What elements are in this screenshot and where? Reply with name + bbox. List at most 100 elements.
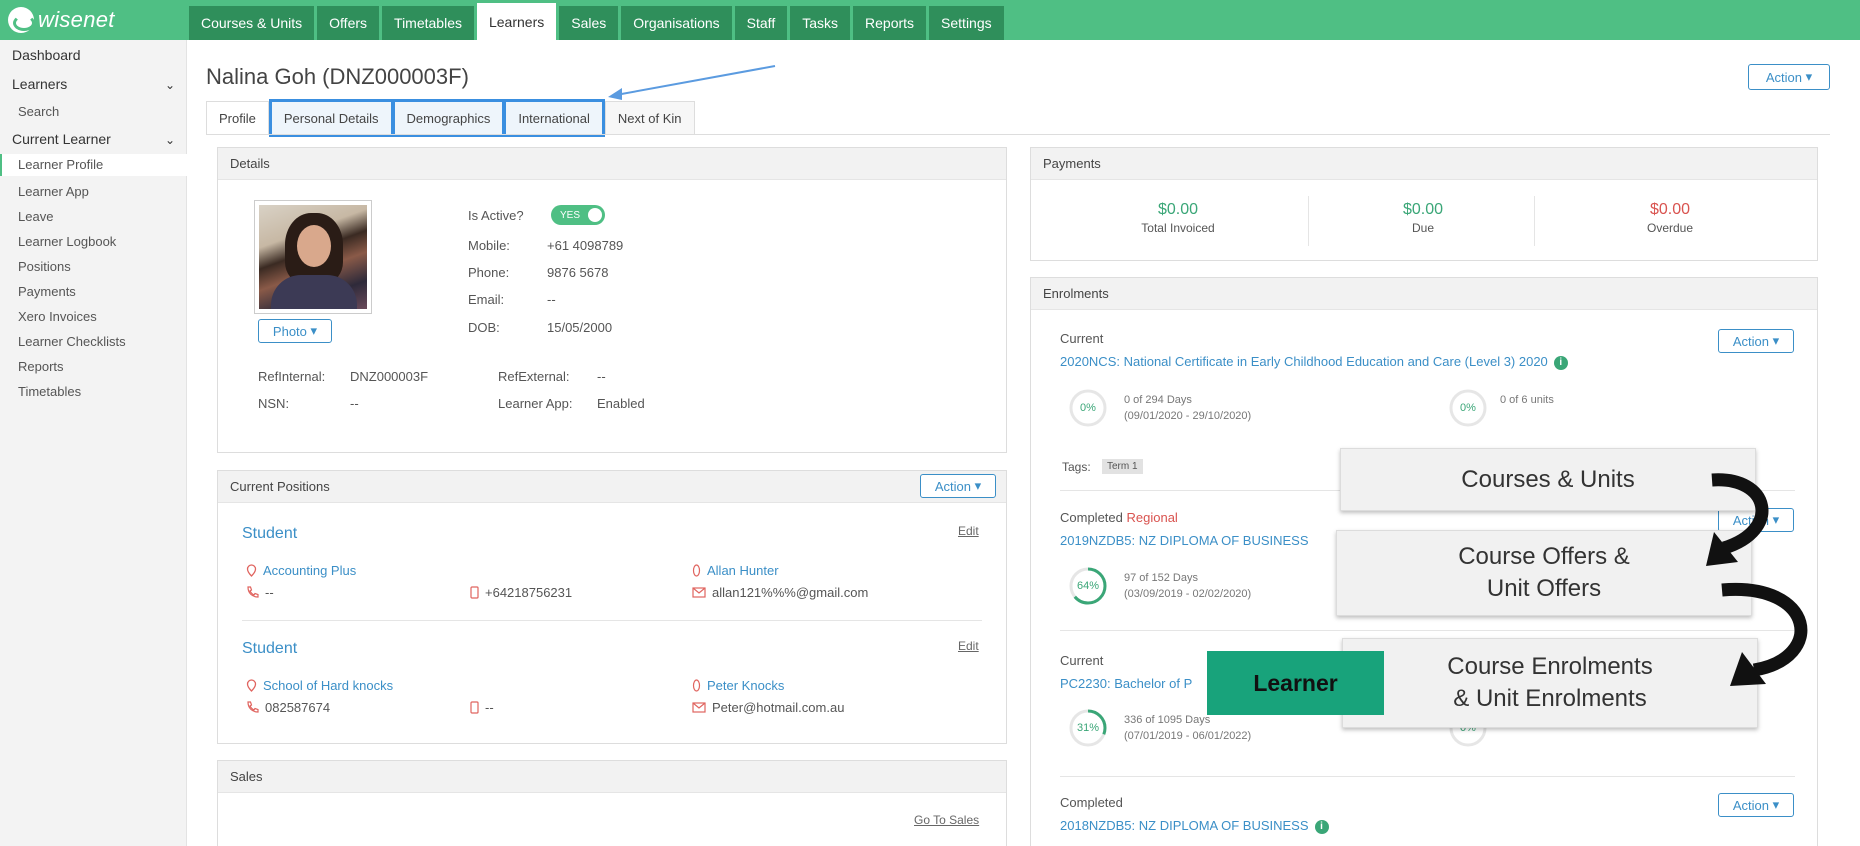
- action-label: Action: [1732, 333, 1769, 349]
- nav-offers[interactable]: Offers: [317, 6, 380, 40]
- sidebar-item-positions[interactable]: Positions: [0, 259, 187, 274]
- is-active-label: Is Active?: [468, 208, 524, 223]
- enrolment-course-link[interactable]: 2020NCS: National Certificate in Early C…: [1060, 354, 1568, 370]
- dob-value: 15/05/2000: [547, 320, 613, 335]
- logo[interactable]: wisenet: [0, 0, 187, 40]
- payment-overdue: $0.00 Overdue: [1560, 201, 1780, 235]
- payment-amount: $0.00: [1649, 201, 1691, 218]
- progress-days: 0 of 294 Days: [1124, 394, 1192, 406]
- sidebar-item-leave[interactable]: Leave: [0, 209, 187, 224]
- learner-app-value: Enabled: [597, 396, 645, 411]
- tab-profile[interactable]: Profile: [206, 101, 269, 135]
- enrolment-status: Completed: [1060, 795, 1123, 810]
- progress-range: (03/09/2019 - 02/02/2020): [1124, 588, 1252, 600]
- payment-total-invoiced: $0.00 Total Invoiced: [1068, 201, 1288, 235]
- info-icon[interactable]: i: [1553, 355, 1568, 370]
- position-organisation[interactable]: Accounting Plus: [246, 563, 356, 580]
- chevron-down-icon: ▾: [1772, 797, 1780, 812]
- position-contact[interactable]: Allan Hunter: [692, 563, 779, 580]
- tab-next-of-kin[interactable]: Next of Kin: [604, 101, 695, 135]
- photo-button[interactable]: Photo ▾: [258, 319, 332, 343]
- sidebar-item-reports[interactable]: Reports: [0, 359, 187, 374]
- person-icon: [692, 678, 701, 695]
- go-to-sales-link[interactable]: Go To Sales: [914, 813, 979, 827]
- tab-personal-details[interactable]: Personal Details: [268, 99, 394, 137]
- toggle-label: YES: [560, 209, 581, 221]
- enrolment-course-link[interactable]: 2018NZDB5: NZ DIPLOMA OF BUSINESS i: [1060, 818, 1329, 834]
- nav-learners[interactable]: Learners: [476, 3, 557, 40]
- positions-title: Current Positions: [230, 479, 330, 494]
- nav-staff[interactable]: Staff: [734, 6, 788, 40]
- phone-icon: [246, 701, 259, 716]
- nav-tasks[interactable]: Tasks: [790, 6, 851, 40]
- enrolment-course-link[interactable]: 2019NZDB5: NZ DIPLOMA OF BUSINESS: [1060, 533, 1309, 548]
- progress-units: 0 of 6 units: [1500, 394, 1554, 406]
- progress-percent: 0%: [1080, 402, 1096, 414]
- action-label: Action: [934, 478, 971, 494]
- tag-badge: Term 1: [1102, 459, 1143, 474]
- sidebar-item-learner-logbook[interactable]: Learner Logbook: [0, 234, 187, 249]
- position-contact[interactable]: Peter Knocks: [692, 678, 784, 695]
- enrolments-header: Enrolments: [1031, 278, 1817, 310]
- overlay-offers: Course Offers & Unit Offers: [1336, 530, 1752, 616]
- enrolment-action-button[interactable]: Action ▾: [1718, 329, 1794, 353]
- chevron-down-icon: ▾: [310, 323, 318, 338]
- sidebar-dashboard[interactable]: Dashboard: [0, 47, 187, 63]
- sidebar-item-xero-invoices[interactable]: Xero Invoices: [0, 309, 187, 324]
- envelope-icon: [692, 586, 706, 601]
- nav-sales[interactable]: Sales: [559, 6, 619, 40]
- nav-settings[interactable]: Settings: [929, 6, 1004, 40]
- progress-percent: 31%: [1076, 722, 1100, 734]
- page-action-button[interactable]: Action ▾: [1748, 64, 1830, 90]
- sidebar-current-learner[interactable]: Current Learner ⌄: [0, 131, 187, 147]
- details-header: Details: [218, 148, 1006, 180]
- annotation-arrow: [608, 65, 776, 100]
- position-phone: 082587674: [246, 700, 330, 716]
- is-active-toggle[interactable]: YES: [551, 205, 605, 225]
- positions-action-button[interactable]: Action ▾: [920, 474, 996, 498]
- tab-international[interactable]: International: [503, 99, 605, 137]
- position-organisation[interactable]: School of Hard knocks: [246, 678, 393, 695]
- progress-percent: 0%: [1460, 402, 1476, 414]
- payment-label: Overdue: [1646, 221, 1694, 235]
- email-value: --: [547, 292, 556, 307]
- position-email[interactable]: Peter@hotmail.com.au: [692, 700, 844, 716]
- position-mobile: +64218756231: [470, 585, 572, 602]
- tab-demographics[interactable]: Demographics: [391, 99, 506, 137]
- toggle-knob: [588, 208, 602, 222]
- enrolment-course-link[interactable]: PC2230: Bachelor of P: [1060, 676, 1192, 691]
- chevron-down-icon: ⌄: [164, 133, 175, 147]
- nav-organisations[interactable]: Organisations: [621, 6, 732, 40]
- person-icon: [692, 563, 701, 580]
- enrolment-action-button[interactable]: Action ▾: [1718, 793, 1794, 817]
- photo-button-label: Photo: [272, 323, 307, 339]
- profile-tabs: Profile Personal Details Demographics In…: [206, 99, 697, 137]
- sidebar-item-learner-profile[interactable]: Learner Profile: [0, 154, 187, 176]
- sidebar-search[interactable]: Search: [0, 104, 187, 119]
- sidebar-item-learner-checklists[interactable]: Learner Checklists: [0, 334, 187, 349]
- position-email[interactable]: allan121%%%@gmail.com: [692, 585, 868, 601]
- top-navigation-bar: wisenet Courses & Units Offers Timetable…: [0, 0, 1860, 40]
- sidebar-item-learner-app[interactable]: Learner App: [0, 184, 187, 199]
- sidebar-item-payments[interactable]: Payments: [0, 284, 187, 299]
- sidebar-item-timetables[interactable]: Timetables: [0, 384, 187, 399]
- sidebar-learners[interactable]: Learners ⌄: [0, 76, 187, 92]
- learner-photo: [254, 200, 372, 314]
- location-pin-icon: [246, 563, 257, 580]
- annotation-curved-arrows: [1706, 473, 1808, 686]
- nsn-label: NSN:: [258, 396, 290, 411]
- payment-label: Due: [1411, 221, 1434, 235]
- mobile-value: +61 4098789: [547, 238, 624, 253]
- nsn-value: --: [350, 396, 359, 411]
- position-edit-link[interactable]: Edit: [958, 639, 979, 653]
- position-title: Student: [242, 525, 298, 542]
- overlay-enrolments: Course Enrolments & Unit Enrolments: [1342, 638, 1758, 728]
- progress-range: (07/01/2019 - 06/01/2022): [1124, 730, 1252, 742]
- info-icon[interactable]: i: [1314, 819, 1329, 834]
- position-edit-link[interactable]: Edit: [958, 524, 979, 538]
- sidebar: Dashboard Learners ⌄ Search Current Lear…: [0, 40, 187, 846]
- nav-timetables[interactable]: Timetables: [382, 6, 474, 40]
- nav-reports[interactable]: Reports: [853, 6, 927, 40]
- ref-external-value: --: [597, 369, 606, 384]
- nav-courses-units[interactable]: Courses & Units: [189, 6, 315, 40]
